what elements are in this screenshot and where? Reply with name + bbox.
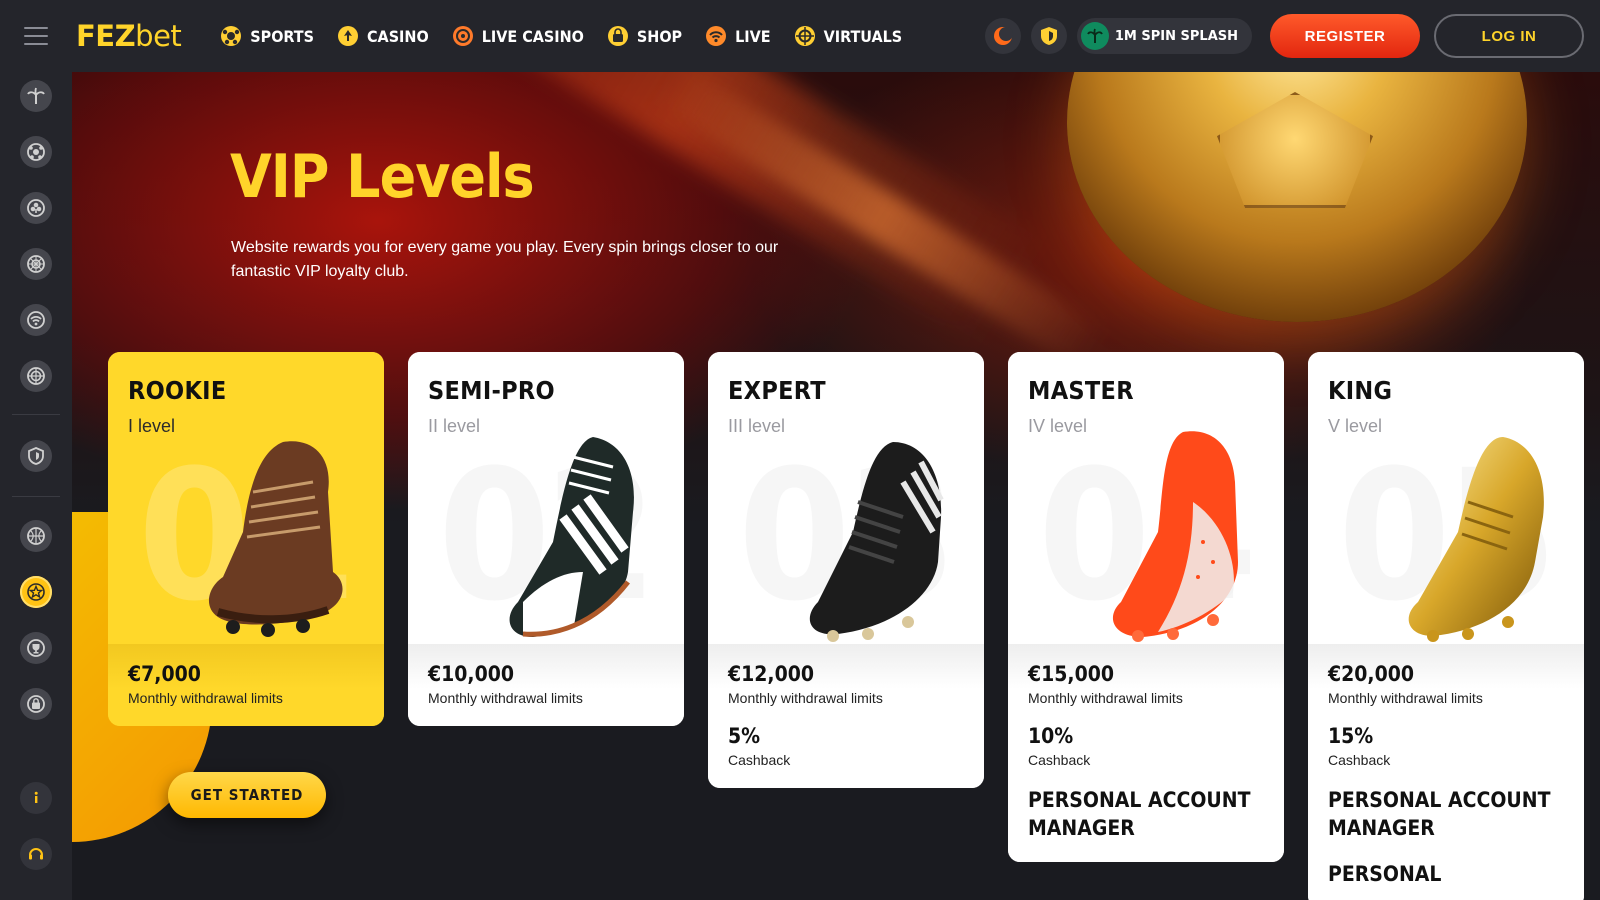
nav-live-label: LIVE — [735, 26, 771, 46]
virtual-globe-icon — [793, 24, 817, 48]
withdrawal-label: Monthly withdrawal limits — [128, 690, 283, 706]
nav-virtuals-label: VIRTUALS — [823, 26, 903, 46]
page-description: Website rewards you for every game you p… — [231, 239, 779, 280]
card-top: 01 ROOKIE I level — [108, 352, 384, 644]
withdrawal-label: Monthly withdrawal limits — [428, 690, 583, 706]
header-actions: 1M SPIN SPLASH REGISTER LOG IN — [984, 0, 1584, 72]
card-bottom: €15,000 Monthly withdrawal limits 10% Ca… — [1008, 644, 1284, 862]
cashback-label: Cashback — [1028, 752, 1091, 768]
roulette-icon — [451, 24, 475, 48]
shopping-bag-icon — [606, 24, 630, 48]
withdrawal-amount: €10,000 — [428, 662, 515, 686]
login-button[interactable]: LOG IN — [1434, 14, 1584, 58]
withdrawal-label: Monthly withdrawal limits — [1028, 690, 1183, 706]
cashback-label: Cashback — [1328, 752, 1391, 768]
top-bar: FEZbet SPORTS CASINO LIVE CASINO SHOP LI… — [0, 0, 1600, 72]
nav-shop-label: SHOP — [636, 26, 683, 46]
vip-card-king[interactable]: 05 KING V level €20,000 Monthly withdraw… — [1308, 352, 1584, 900]
card-top: 03 EXPERT III level — [708, 352, 984, 644]
logo-part-fez: FEZ — [76, 19, 136, 53]
card-top: 04 MASTER IV level — [1008, 352, 1284, 644]
golden-boot-image — [1408, 437, 1544, 642]
basketball-icon[interactable] — [20, 520, 52, 552]
perk-personal-account-manager: PERSONAL ACCOUNT MANAGER — [1328, 788, 1551, 840]
soccer-ball-icon[interactable] — [20, 136, 52, 168]
classic-boot-image — [509, 437, 634, 637]
vip-card-expert[interactable]: 03 EXPERT III level €12,000 Monthly with… — [708, 352, 984, 788]
level-name: SEMI-PRO — [428, 376, 555, 405]
cashback-label: Cashback — [728, 752, 791, 768]
withdrawal-label: Monthly withdrawal limits — [728, 690, 883, 706]
shield-icon[interactable] — [1030, 18, 1067, 54]
spade-chip-icon — [336, 24, 360, 48]
shield-icon[interactable] — [20, 440, 52, 472]
main-nav: SPORTS CASINO LIVE CASINO SHOP LIVE VIRT… — [219, 24, 902, 48]
sidebar — [0, 72, 72, 900]
promo-1m-spin-splash[interactable]: 1M SPIN SPLASH — [1076, 18, 1252, 54]
perk-personal: PERSONAL — [1328, 862, 1442, 886]
vintage-boot-image — [208, 441, 343, 637]
vip-card-semi-pro[interactable]: 02 SEMI-PRO II level €10,000 Monthly wit… — [408, 352, 684, 726]
clubs-icon[interactable] — [20, 192, 52, 224]
level-name: EXPERT — [728, 376, 826, 405]
promo-label: 1M SPIN SPLASH — [1114, 28, 1238, 44]
level-name: ROOKIE — [128, 376, 227, 405]
decorative-light-streak — [656, 72, 1108, 371]
cashback-percent: 5% — [728, 724, 761, 748]
register-button[interactable]: REGISTER — [1270, 14, 1420, 58]
hamburger-icon[interactable] — [0, 0, 72, 72]
card-bottom: €12,000 Monthly withdrawal limits 5% Cas… — [708, 644, 984, 788]
nav-shop[interactable]: SHOP — [606, 24, 682, 48]
palm-tree-icon — [1080, 22, 1109, 50]
card-top: 05 KING V level — [1308, 352, 1584, 644]
nav-live[interactable]: LIVE — [704, 24, 771, 48]
perk-personal-account-manager: PERSONAL ACCOUNT MANAGER — [1028, 788, 1251, 840]
shopping-bag-icon[interactable] — [20, 688, 52, 720]
card-bottom: €20,000 Monthly withdrawal limits 15% Ca… — [1308, 644, 1584, 900]
black-boot-image — [809, 442, 944, 642]
trophy-icon[interactable] — [20, 632, 52, 664]
nav-casino[interactable]: CASINO — [336, 24, 429, 48]
nav-sports[interactable]: SPORTS — [219, 24, 314, 48]
nav-live-casino-label: LIVE CASINO — [481, 26, 584, 46]
info-icon[interactable] — [20, 782, 52, 814]
orange-boot-image — [1112, 431, 1238, 642]
vip-card-rookie[interactable]: 01 ROOKIE I level €7,000 Monthly withdra… — [108, 352, 384, 726]
cashback-percent: 15% — [1328, 724, 1374, 748]
sidebar-divider — [12, 414, 60, 415]
withdrawal-amount: €7,000 — [128, 662, 201, 686]
roulette-icon[interactable] — [20, 248, 52, 280]
level-name: KING — [1328, 376, 1393, 405]
fezbet-logo[interactable]: FEZbet — [76, 19, 182, 53]
vip-star-icon[interactable] — [20, 576, 52, 608]
page-title: VIP Levels — [230, 142, 535, 212]
app-root: FEZbet SPORTS CASINO LIVE CASINO SHOP LI… — [0, 0, 1600, 900]
cashback-percent: 10% — [1028, 724, 1074, 748]
palm-tree-icon[interactable] — [20, 80, 52, 112]
golden-ball-image — [1067, 72, 1527, 322]
sidebar-divider — [12, 496, 60, 497]
vip-card-master[interactable]: 04 MASTER IV level €15,000 Monthly withd… — [1008, 352, 1284, 862]
card-top: 02 SEMI-PRO II level — [408, 352, 684, 644]
nav-casino-label: CASINO — [366, 26, 429, 46]
card-bottom: €7,000 Monthly withdrawal limits — [108, 644, 384, 726]
withdrawal-amount: €12,000 — [728, 662, 815, 686]
headset-icon[interactable] — [20, 838, 52, 870]
withdrawal-label: Monthly withdrawal limits — [1328, 690, 1483, 706]
get-started-button[interactable]: GET STARTED — [168, 772, 326, 818]
nav-virtuals[interactable]: VIRTUALS — [793, 24, 903, 48]
vip-main-content: VIP Levels Website rewards you for every… — [72, 72, 1600, 900]
crescent-promo-icon[interactable] — [984, 18, 1021, 54]
live-signal-icon — [704, 24, 728, 48]
live-signal-icon[interactable] — [20, 304, 52, 336]
withdrawal-amount: €15,000 — [1028, 662, 1115, 686]
logo-part-bet: bet — [135, 19, 182, 53]
card-bottom: €10,000 Monthly withdrawal limits — [408, 644, 684, 726]
soccer-ball-icon — [219, 24, 243, 48]
withdrawal-amount: €20,000 — [1328, 662, 1415, 686]
nav-live-casino[interactable]: LIVE CASINO — [451, 24, 584, 48]
nav-sports-label: SPORTS — [250, 26, 314, 46]
level-name: MASTER — [1028, 376, 1134, 405]
virtual-globe-icon[interactable] — [20, 360, 52, 392]
